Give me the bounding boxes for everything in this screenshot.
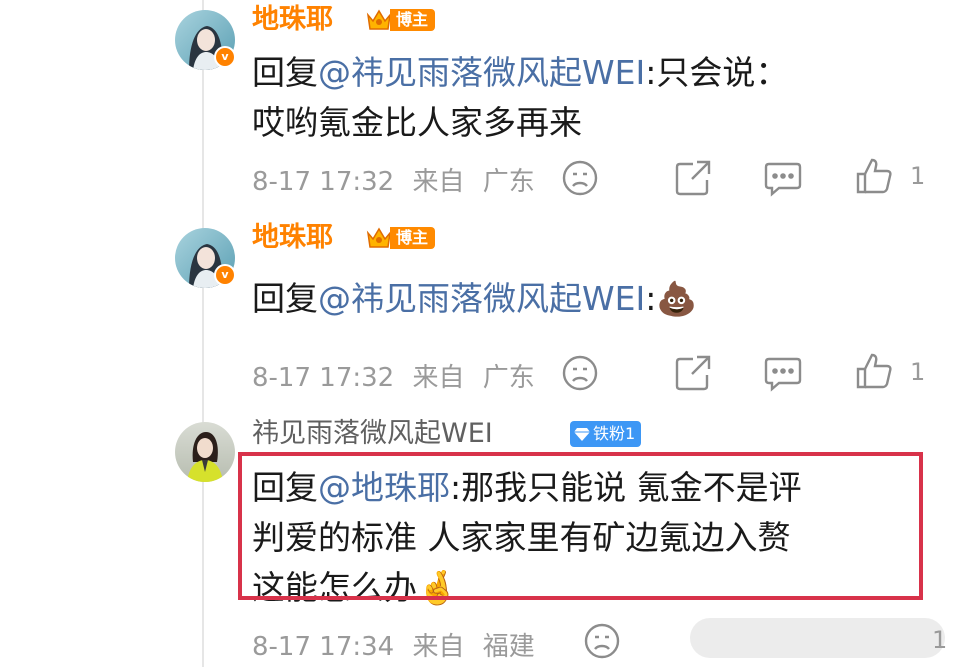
comment-icon[interactable] — [763, 158, 803, 198]
comment-time: 8-17 17:32 — [252, 167, 395, 197]
blogger-badge-label: 博主 — [390, 227, 436, 249]
like-count: 1 — [910, 162, 926, 190]
username[interactable]: 地珠耶 — [252, 220, 333, 256]
comment-meta: 8-17 17:32 来自 广东 — [252, 166, 535, 198]
avatar[interactable] — [175, 422, 235, 482]
username[interactable]: 地珠耶 — [252, 2, 333, 38]
dislike-icon[interactable] — [560, 353, 600, 393]
crown-icon — [366, 227, 392, 248]
comment-thread: v 地珠耶 博主 回复@祎见雨落微风起WEI:只会说： 哎哟氪金比人家多再来 8… — [0, 0, 960, 667]
blogger-badge: 博主 — [366, 225, 436, 251]
source-prefix: 来自 — [412, 167, 465, 197]
comment-icon[interactable] — [763, 353, 803, 393]
crown-icon — [366, 9, 392, 30]
comment-text: 回复@祎见雨落微风起WEI:💩 — [252, 279, 698, 318]
dislike-icon[interactable] — [582, 621, 622, 661]
thread-line — [202, 0, 204, 667]
watermark — [690, 618, 945, 658]
mention-link[interactable]: @祎见雨落微风起WEI — [318, 279, 645, 318]
comment-time: 8-17 17:32 — [252, 363, 395, 393]
comment-meta: 8-17 17:34 来自 福建 — [252, 631, 535, 663]
share-icon[interactable] — [673, 353, 713, 393]
blogger-badge: 博主 — [366, 7, 436, 33]
mention-link[interactable]: @祎见雨落微风起WEI — [318, 53, 645, 92]
diamond-icon — [574, 428, 590, 441]
avatar[interactable]: v — [175, 228, 236, 288]
share-icon[interactable] — [673, 158, 713, 198]
like-icon[interactable] — [854, 351, 894, 391]
fan-badge-label: 铁粉1 — [593, 424, 636, 443]
like-count: 1 — [910, 358, 926, 386]
comment-location: 广东 — [482, 363, 535, 393]
fan-badge: 铁粉1 — [570, 421, 642, 447]
highlight-box — [238, 452, 923, 600]
comment-time: 8-17 17:34 — [252, 632, 395, 662]
comment-location: 福建 — [482, 632, 535, 662]
blogger-badge-label: 博主 — [390, 9, 436, 31]
comment-location: 广东 — [482, 167, 535, 197]
dislike-icon[interactable] — [560, 158, 600, 198]
username[interactable]: 祎见雨落微风起WEI — [252, 416, 493, 452]
source-prefix: 来自 — [412, 363, 465, 393]
verified-icon: v — [214, 264, 236, 286]
comment-meta: 8-17 17:32 来自 广东 — [252, 362, 535, 394]
verified-icon: v — [214, 46, 236, 68]
like-icon[interactable] — [854, 156, 894, 196]
like-count: 1 — [932, 626, 948, 654]
source-prefix: 来自 — [412, 632, 465, 662]
avatar[interactable]: v — [175, 10, 236, 70]
comment-text: 回复@祎见雨落微风起WEI:只会说： 哎哟氪金比人家多再来 — [252, 53, 789, 142]
